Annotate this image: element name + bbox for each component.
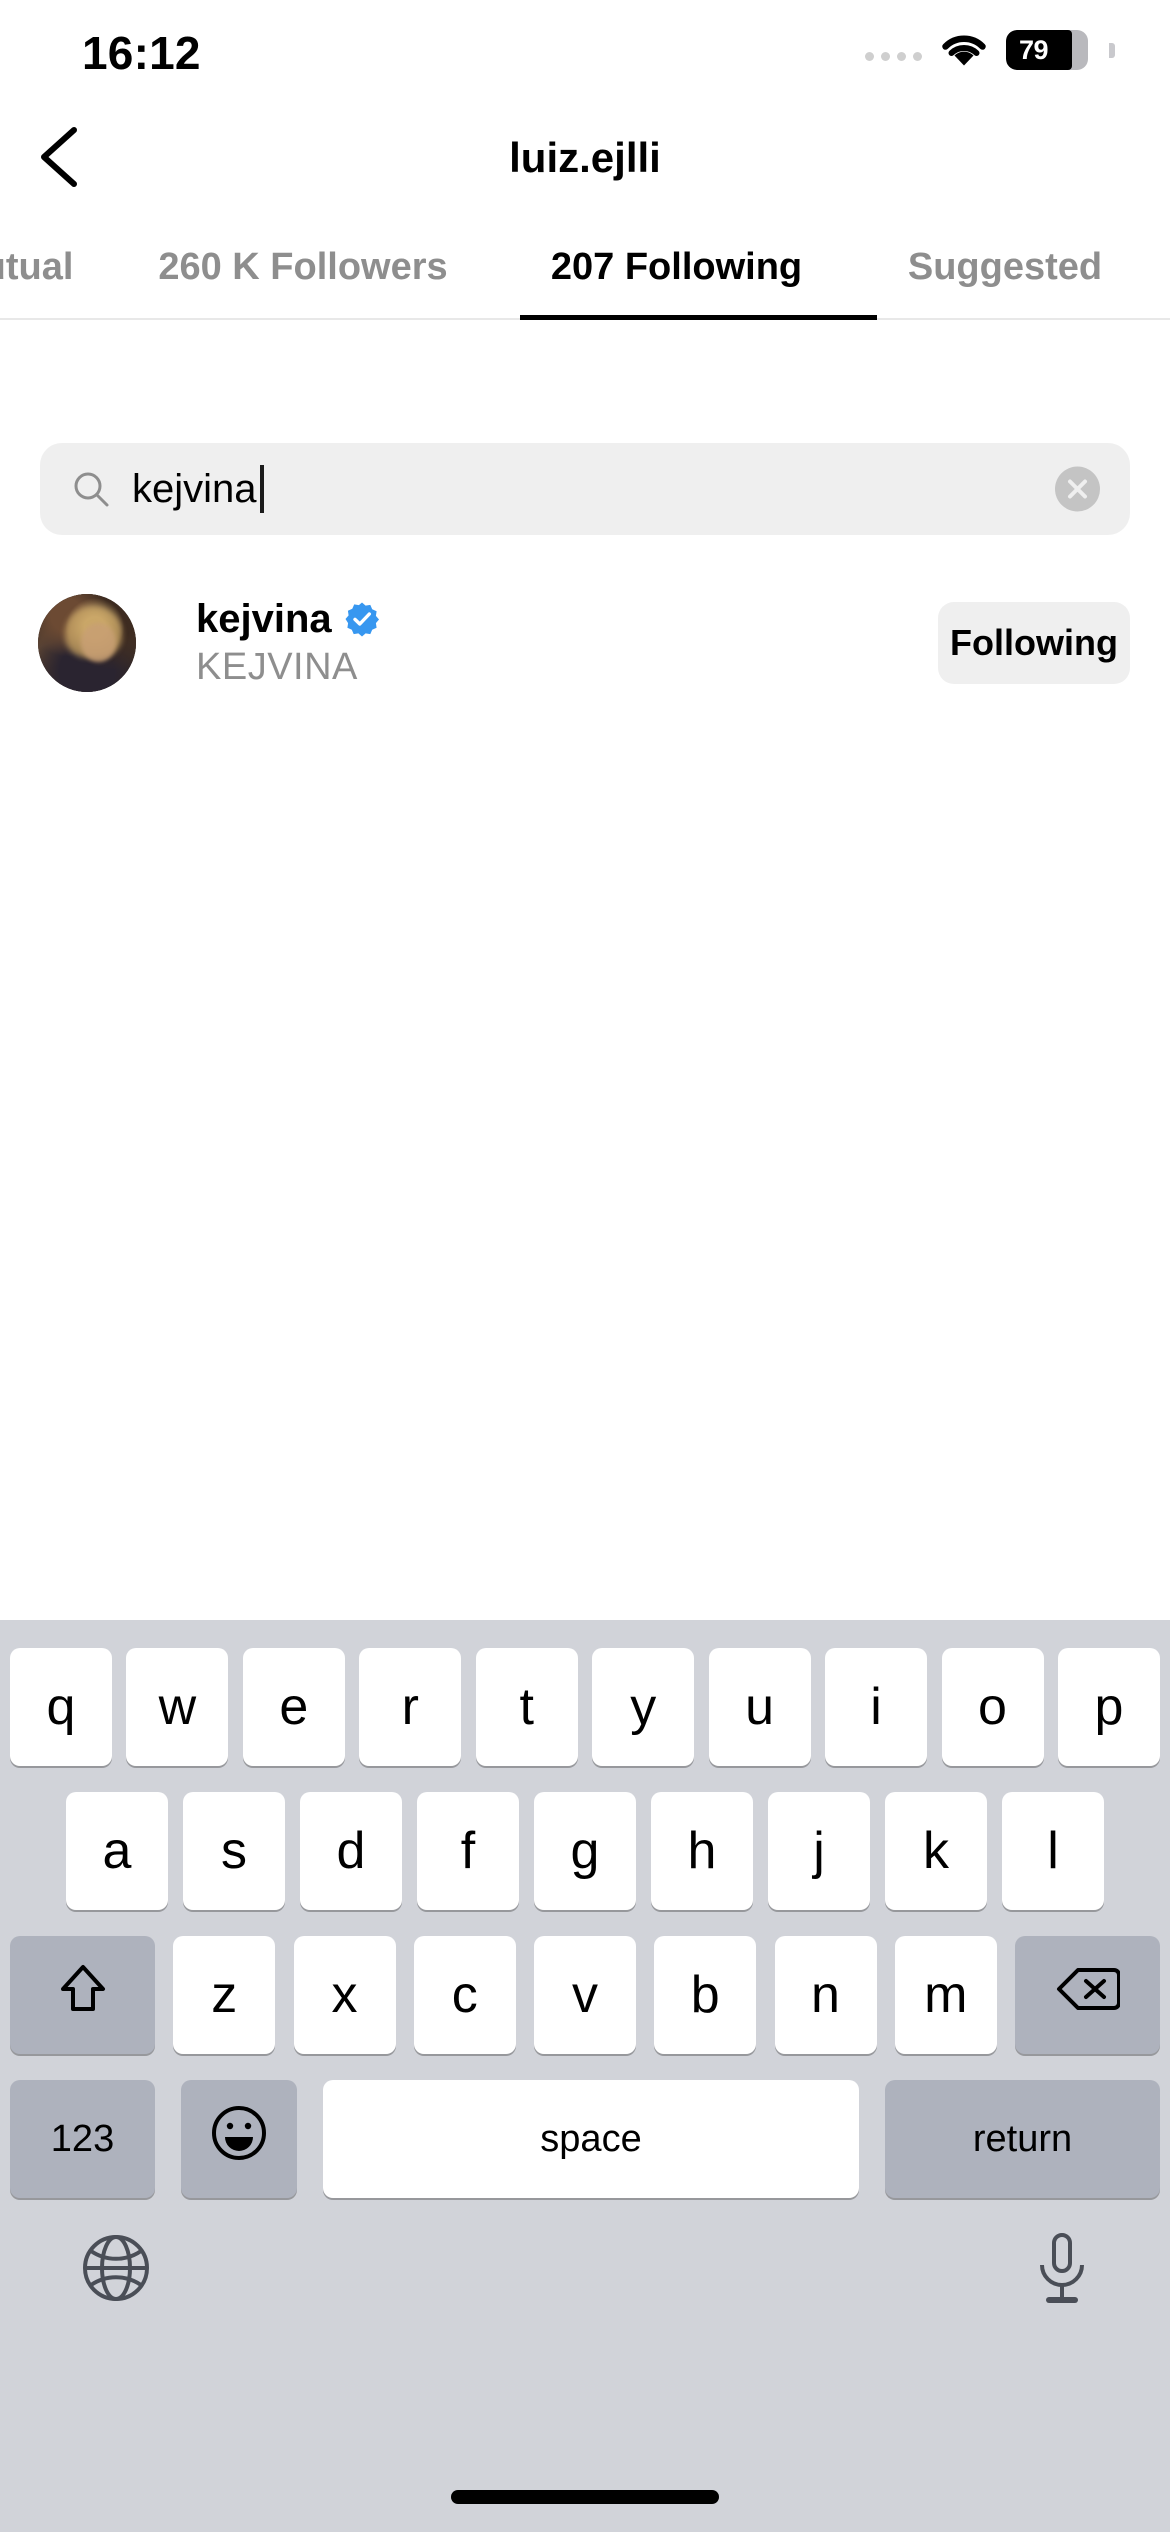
key-r[interactable]: r [359, 1648, 462, 1766]
key-k[interactable]: k [885, 1792, 987, 1910]
key-b[interactable]: b [654, 1936, 757, 2054]
shift-up-arrow-icon [57, 1961, 109, 2030]
username-label: kejvina [196, 596, 332, 641]
tab-mutual[interactable]: utual [0, 215, 108, 318]
signal-dots-icon [865, 30, 922, 70]
following-button[interactable]: Following [938, 601, 1130, 684]
instagram-following-search-screen: 16:12 79 luiz.ejlli tual 260 K Followers… [0, 0, 1170, 2532]
status-indicators: 79 [865, 30, 1115, 70]
wifi-icon [940, 31, 988, 69]
globe-language-icon[interactable] [80, 2232, 152, 2304]
clear-search-button[interactable] [1055, 466, 1100, 512]
tab-followers[interactable]: 260 K Followers [108, 215, 498, 318]
key-h[interactable]: h [651, 1792, 753, 1910]
search-input-value: kejvina [132, 467, 257, 511]
numbers-key[interactable]: 123 [10, 2080, 155, 2198]
keyboard-row-1: q w e r t y u i o p [0, 1648, 1170, 1766]
search-icon [72, 470, 110, 508]
home-indicator [451, 2490, 719, 2504]
space-key[interactable]: space [323, 2080, 859, 2198]
key-c[interactable]: c [413, 1936, 516, 2054]
key-o[interactable]: o [941, 1648, 1044, 1766]
key-g[interactable]: g [534, 1792, 636, 1910]
return-key[interactable]: return [885, 2080, 1160, 2198]
battery-cap-icon [1109, 42, 1115, 58]
tab-suggested[interactable]: Suggested [855, 215, 1155, 318]
key-t[interactable]: t [475, 1648, 578, 1766]
search-input[interactable]: kejvina [132, 465, 264, 513]
user-info: kejvina KEJVINA [196, 597, 380, 689]
verified-badge-icon [344, 601, 380, 637]
status-bar: 16:12 79 [0, 0, 1170, 100]
backspace-delete-icon [1056, 1965, 1121, 2026]
battery-icon: 79 [1006, 30, 1088, 70]
battery-percent-label: 79 [1019, 34, 1049, 65]
key-s[interactable]: s [183, 1792, 285, 1910]
key-i[interactable]: i [825, 1648, 928, 1766]
key-z[interactable]: z [173, 1936, 276, 2054]
key-q[interactable]: q [10, 1648, 112, 1766]
avatar[interactable] [38, 593, 136, 692]
key-n[interactable]: n [774, 1936, 877, 2054]
key-w[interactable]: w [126, 1648, 229, 1766]
key-m[interactable]: m [894, 1936, 997, 2054]
key-p[interactable]: p [1057, 1648, 1160, 1766]
key-j[interactable]: j [768, 1792, 870, 1910]
key-e[interactable]: e [242, 1648, 345, 1766]
status-time: 16:12 [82, 27, 201, 79]
text-cursor [259, 465, 264, 513]
keyboard-row-4: 123 space return [0, 2080, 1170, 2198]
key-d[interactable]: d [300, 1792, 402, 1910]
emoji-smiley-icon [209, 2103, 269, 2176]
search-bar[interactable]: kejvina [40, 443, 1130, 535]
key-v[interactable]: v [534, 1936, 636, 2054]
active-tab-underline [520, 315, 877, 320]
tab-following[interactable]: 207 Following [498, 215, 855, 318]
key-a[interactable]: a [66, 1792, 168, 1910]
keyboard-row-2: a s d f g h j k l [0, 1792, 1170, 1910]
user-list-item[interactable]: kejvina KEJVINA Following [0, 575, 1170, 710]
shift-key[interactable] [10, 1936, 155, 2054]
emoji-key[interactable] [181, 2080, 297, 2198]
on-screen-keyboard: q w e r t y u i o p a s d f g h j k l z … [0, 1620, 1170, 2532]
key-x[interactable]: x [293, 1936, 396, 2054]
key-f[interactable]: f [417, 1792, 519, 1910]
backspace-key[interactable] [1015, 1936, 1160, 2054]
key-u[interactable]: u [708, 1648, 811, 1766]
page-title: luiz.ejlli [509, 134, 661, 181]
full-name-label: KEJVINA [196, 645, 358, 688]
navigation-bar: luiz.ejlli [0, 100, 1170, 215]
search-field[interactable]: kejvina [40, 443, 1130, 535]
key-l[interactable]: l [1002, 1792, 1104, 1910]
microphone-dictation-icon[interactable] [1034, 2232, 1090, 2308]
profile-tabs: utual 260 K Followers 207 Following Sugg… [0, 215, 1170, 320]
keyboard-row-3: z x c v b n m [0, 1936, 1170, 2054]
keyboard-bottom-bar [0, 2232, 1170, 2342]
key-y[interactable]: y [592, 1648, 695, 1766]
